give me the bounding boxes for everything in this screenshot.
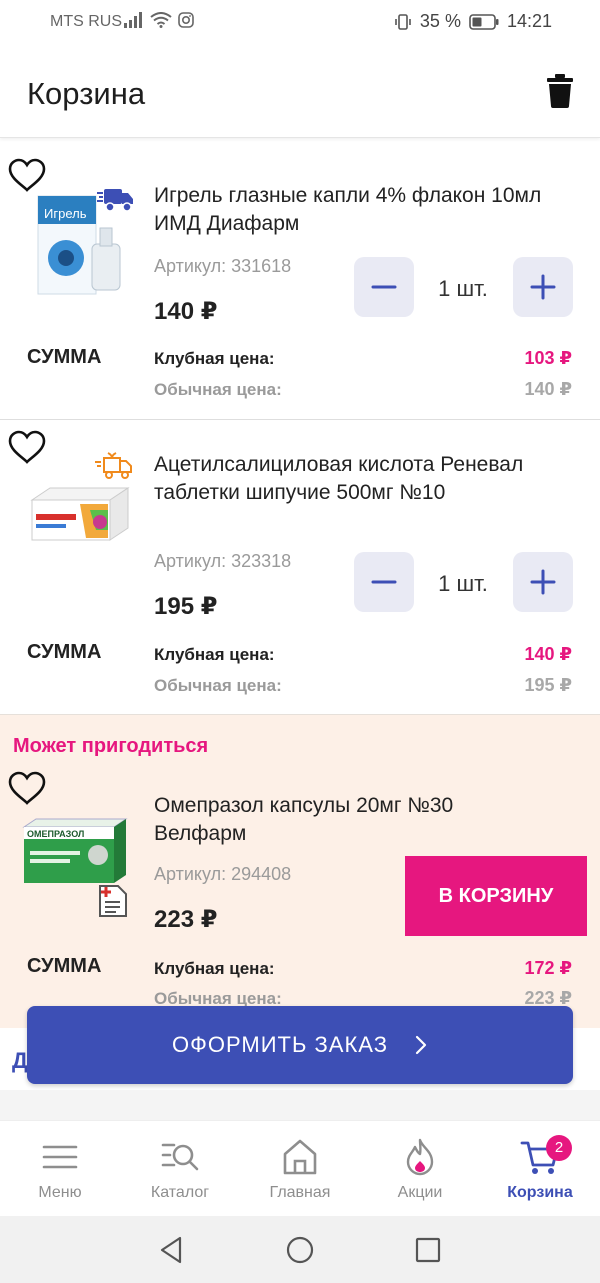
wifi-icon bbox=[150, 12, 172, 28]
back-icon[interactable] bbox=[156, 1234, 188, 1266]
product-name[interactable]: Омепразол капсулы 20мг №30 Велфарм bbox=[154, 792, 544, 848]
heart-icon[interactable] bbox=[8, 430, 46, 464]
product-sku: Артикул: 331618 bbox=[154, 256, 292, 276]
club-price-label: Клубная цена: bbox=[154, 645, 275, 664]
increase-button[interactable] bbox=[513, 257, 573, 317]
decrease-button[interactable] bbox=[354, 552, 414, 612]
nav-item-catalog[interactable]: Каталог bbox=[120, 1121, 240, 1217]
signal-icon bbox=[124, 12, 142, 28]
sum-label: СУММА bbox=[27, 641, 102, 663]
bottom-nav: Меню Каталог Главная Акции 2 Корзина bbox=[0, 1120, 600, 1216]
menu-icon bbox=[42, 1145, 78, 1169]
status-left-icons bbox=[124, 12, 194, 28]
instagram-icon bbox=[178, 12, 194, 28]
minus-icon bbox=[371, 285, 397, 289]
nav-label: Главная bbox=[269, 1184, 331, 1201]
trash-icon[interactable] bbox=[546, 74, 574, 108]
cart-item: Игрель Игрель глазные капли 4% флакон 10… bbox=[0, 138, 600, 420]
product-name[interactable]: Игрель глазные капли 4% флакон 10мл ИМД … bbox=[154, 182, 544, 238]
home-icon bbox=[283, 1139, 317, 1175]
nav-item-menu[interactable]: Меню bbox=[0, 1121, 120, 1217]
product-image-label: Игрель bbox=[44, 206, 87, 221]
page-title: Корзина bbox=[27, 76, 146, 111]
nav-item-promo[interactable]: Акции bbox=[360, 1121, 480, 1217]
decrease-button[interactable] bbox=[354, 257, 414, 317]
nav-label: Каталог bbox=[150, 1184, 210, 1201]
home-circle-icon[interactable] bbox=[284, 1234, 316, 1266]
battery-icon bbox=[469, 13, 499, 30]
club-price-label: Клубная цена: bbox=[154, 959, 275, 978]
minus-icon bbox=[371, 580, 397, 584]
content-bottom-band bbox=[0, 1090, 600, 1120]
plus-icon bbox=[530, 569, 556, 595]
club-price-label: Клубная цена: bbox=[154, 349, 275, 368]
suggestion-title: Может пригодиться bbox=[13, 735, 209, 757]
system-nav-bar bbox=[0, 1216, 600, 1283]
product-image-label: ОМЕПРАЗОЛ bbox=[27, 829, 84, 839]
sum-label: СУММА bbox=[27, 346, 102, 368]
product-price: 140 ₽ bbox=[154, 298, 218, 325]
clock: 14:21 bbox=[506, 11, 552, 31]
sum-label: СУММА bbox=[27, 955, 102, 977]
regular-price-label: Обычная цена: bbox=[154, 380, 282, 399]
flame-icon bbox=[406, 1138, 434, 1176]
product-image: Игрель bbox=[37, 195, 121, 295]
product-sku: Артикул: 323318 bbox=[154, 551, 292, 571]
recent-apps-icon[interactable] bbox=[412, 1234, 444, 1266]
page-header: Корзина bbox=[0, 46, 600, 138]
regular-price-label: Обычная цена: bbox=[154, 676, 282, 695]
regular-price-value: 140 ₽ bbox=[524, 379, 572, 399]
status-bar: MTS RUS 35 % 14:21 bbox=[0, 0, 600, 46]
checkout-button-label: ОФОРМИТЬ ЗАКАЗ bbox=[172, 1032, 388, 1057]
vibrate-icon bbox=[395, 13, 411, 30]
product-price: 195 ₽ bbox=[154, 593, 218, 620]
heart-icon[interactable] bbox=[8, 158, 46, 192]
regular-price-value: 195 ₽ bbox=[524, 675, 572, 695]
catalog-search-icon bbox=[161, 1143, 199, 1171]
prescription-icon bbox=[99, 885, 127, 917]
product-image bbox=[30, 487, 130, 541]
nav-label: Акции bbox=[397, 1184, 443, 1201]
plus-icon bbox=[530, 274, 556, 300]
hidden-section-peek: Д bbox=[12, 1048, 28, 1073]
club-price-value: 172 ₽ bbox=[524, 958, 572, 978]
cart-item: Ацетилсалициловая кислота Реневал таблет… bbox=[0, 420, 600, 715]
checkout-button[interactable]: ОФОРМИТЬ ЗАКАЗ bbox=[27, 1006, 573, 1084]
battery-percent: 35 % bbox=[419, 11, 461, 31]
chevron-right-icon bbox=[415, 1035, 427, 1055]
product-sku: Артикул: 294408 bbox=[154, 864, 292, 884]
nav-label: Корзина bbox=[507, 1184, 573, 1201]
club-price-value: 140 ₽ bbox=[524, 644, 572, 664]
nav-item-cart[interactable]: 2 Корзина bbox=[480, 1121, 600, 1217]
club-price-value: 103 ₽ bbox=[524, 348, 572, 368]
nav-item-home[interactable]: Главная bbox=[240, 1121, 360, 1217]
product-name[interactable]: Ацетилсалициловая кислота Реневал таблет… bbox=[154, 451, 544, 507]
carrier-label: MTS RUS bbox=[50, 13, 122, 30]
quantity-value: 1 шт. bbox=[438, 571, 488, 596]
cart-screen: MTS RUS 35 % 14:21 Корзина Игрель Игрель… bbox=[0, 0, 600, 1283]
nav-label: Меню bbox=[38, 1184, 82, 1201]
quantity-value: 1 шт. bbox=[438, 276, 488, 301]
product-price: 223 ₽ bbox=[154, 906, 218, 933]
cart-count-badge: 2 bbox=[546, 1135, 572, 1161]
add-to-cart-button[interactable]: В КОРЗИНУ bbox=[405, 856, 587, 936]
increase-button[interactable] bbox=[513, 552, 573, 612]
heart-icon[interactable] bbox=[8, 771, 46, 805]
status-right: 35 % 14:21 bbox=[394, 11, 552, 32]
suggestion-section: Может пригодиться ОМЕПРАЗОЛ Омепразол ка… bbox=[0, 714, 600, 1028]
